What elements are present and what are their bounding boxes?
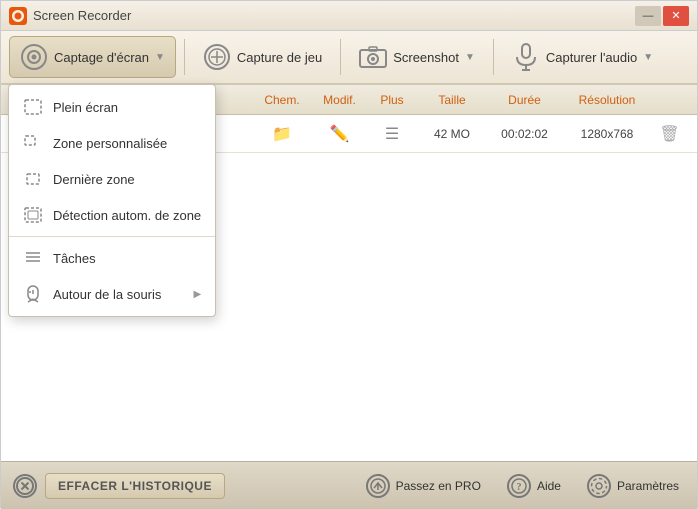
help-icon: ? <box>507 474 531 498</box>
col-modif-header: Modif. <box>312 93 367 107</box>
capture-audio-label: Capturer l'audio <box>546 50 637 65</box>
capture-game-label: Capture de jeu <box>237 50 322 65</box>
menu-item-tasks[interactable]: Tâches <box>9 240 215 276</box>
capture-screen-chevron: ▼ <box>155 52 165 63</box>
capture-game-icon <box>203 43 231 71</box>
window-title: Screen Recorder <box>33 8 131 23</box>
menu-item-custom-zone[interactable]: Zone personnalisée <box>9 125 215 161</box>
capture-screen-button[interactable]: Captage d'écran ▼ <box>9 36 176 78</box>
screenshot-label: Screenshot <box>393 50 459 65</box>
settings-button[interactable]: Paramètres <box>581 470 685 502</box>
col-plus-header: Plus <box>367 93 417 107</box>
around-mouse-icon <box>23 284 43 304</box>
separator-1 <box>184 39 185 75</box>
menu-item-tasks-label: Tâches <box>53 251 96 266</box>
menu-item-custom-zone-label: Zone personnalisée <box>53 136 167 151</box>
upgrade-icon <box>366 474 390 498</box>
capture-screen-label: Captage d'écran <box>54 50 149 65</box>
menu-item-auto-detect[interactable]: Détection autom. de zone <box>9 197 215 233</box>
col-size-header: Taille <box>417 93 487 107</box>
row-size: 42 MO <box>417 126 487 141</box>
submenu-arrow: ▶ <box>193 289 201 300</box>
capture-audio-button[interactable]: Capturer l'audio ▼ <box>502 37 663 77</box>
upgrade-button[interactable]: Passez en PRO <box>360 470 487 502</box>
screenshot-button[interactable]: Screenshot ▼ <box>349 37 485 77</box>
capture-audio-icon <box>512 43 540 71</box>
footer: EFFACER L'HISTORIQUE Passez en PRO ? Aid… <box>1 461 697 509</box>
col-duration-header: Durée <box>487 93 562 107</box>
clear-history-icon <box>13 474 37 498</box>
last-zone-icon <box>23 169 43 189</box>
row-delete-btn[interactable]: 🗑 <box>652 124 687 144</box>
auto-detect-icon <box>23 205 43 225</box>
row-more-btn[interactable]: ☰ <box>367 124 417 144</box>
help-button[interactable]: ? Aide <box>501 470 567 502</box>
settings-icon <box>587 474 611 498</box>
menu-separator <box>9 236 215 237</box>
row-resolution: 1280x768 <box>562 126 652 141</box>
col-resolution-header: Résolution <box>562 93 652 107</box>
capture-audio-chevron: ▼ <box>643 52 653 63</box>
custom-zone-icon <box>23 133 43 153</box>
menu-item-full-screen-label: Plein écran <box>53 100 118 115</box>
close-button[interactable]: ✕ <box>663 6 689 26</box>
capture-game-button[interactable]: Capture de jeu <box>193 37 332 77</box>
footer-right: Passez en PRO ? Aide Paramètres <box>360 470 685 502</box>
clear-history-button[interactable]: EFFACER L'HISTORIQUE <box>45 473 225 499</box>
capture-screen-dropdown: Plein écran Zone personnalisée Dernière … <box>8 84 216 317</box>
row-edit-btn[interactable]: ✏️ <box>312 124 367 144</box>
screenshot-chevron: ▼ <box>465 52 475 63</box>
tasks-icon <box>23 248 43 268</box>
lines-icon[interactable]: ☰ <box>385 126 399 143</box>
minimize-button[interactable]: — <box>635 6 661 26</box>
menu-item-last-zone-label: Dernière zone <box>53 172 135 187</box>
row-duration: 00:02:02 <box>487 126 562 141</box>
title-bar-left: Screen Recorder <box>9 7 131 25</box>
menu-item-around-mouse[interactable]: Autour de la souris ▶ <box>9 276 215 312</box>
settings-label: Paramètres <box>617 479 679 493</box>
trash-icon[interactable]: 🗑 <box>659 126 679 143</box>
window-controls: — ✕ <box>635 6 689 26</box>
separator-3 <box>493 39 494 75</box>
pencil-icon[interactable]: ✏️ <box>330 126 350 143</box>
menu-item-full-screen[interactable]: Plein écran <box>9 89 215 125</box>
menu-item-auto-detect-label: Détection autom. de zone <box>53 208 201 223</box>
row-path-btn[interactable]: 📁 <box>252 124 312 144</box>
menu-item-last-zone[interactable]: Dernière zone <box>9 161 215 197</box>
help-label: Aide <box>537 479 561 493</box>
footer-left: EFFACER L'HISTORIQUE <box>13 473 225 499</box>
capture-screen-icon <box>20 43 48 71</box>
full-screen-icon <box>23 97 43 117</box>
folder-icon[interactable]: 📁 <box>272 126 292 143</box>
separator-2 <box>340 39 341 75</box>
col-path-header: Chem. <box>252 93 312 107</box>
upgrade-label: Passez en PRO <box>396 479 481 493</box>
title-bar: Screen Recorder — ✕ <box>1 1 697 31</box>
app-icon <box>9 7 27 25</box>
toolbar: Captage d'écran ▼ Capture de jeu Screens <box>1 31 697 85</box>
screenshot-icon <box>359 43 387 71</box>
svg-text:?: ? <box>516 482 521 493</box>
menu-item-around-mouse-label: Autour de la souris <box>53 287 161 302</box>
